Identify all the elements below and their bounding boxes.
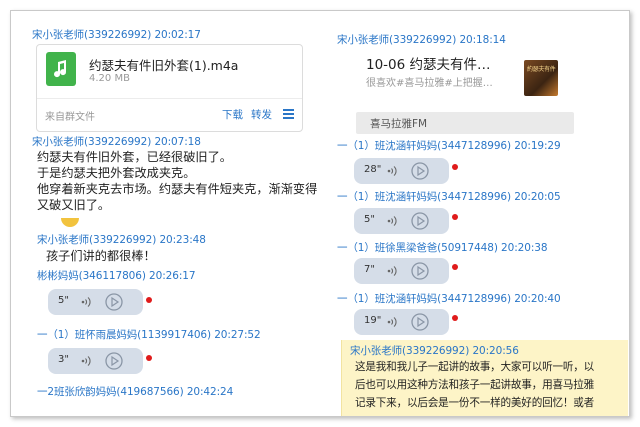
voice-duration: 7" xyxy=(364,264,375,275)
sound-wave-icon xyxy=(81,297,91,307)
file-source: 来自群文件 xyxy=(45,112,95,123)
music-title: 10-06 约瑟夫有件… xyxy=(366,57,491,73)
play-icon[interactable] xyxy=(410,261,430,281)
play-icon[interactable] xyxy=(410,211,430,231)
message-line: 记录下来，以后会是一份不一样的美好的回忆！或者 xyxy=(355,397,595,409)
message-text: 孩子们讲的都很棒！ xyxy=(46,249,156,263)
forward-link[interactable]: 转发 xyxy=(251,107,272,122)
sound-wave-icon xyxy=(81,356,91,366)
voice-duration: 5" xyxy=(58,295,69,306)
download-link[interactable]: 下载 xyxy=(222,107,243,122)
message-line: 约瑟夫有件旧外套，已经很破旧了。 xyxy=(37,150,232,164)
unread-dot xyxy=(146,297,152,303)
album-cover: 約瑟夫有件 xyxy=(524,60,558,96)
chat-screenshot-frame: 宋小张老师(339226992) 20:02:17 约瑟夫有件旧外套(1).m4… xyxy=(10,10,630,417)
sender-label[interactable]: 彬彬妈妈(346117806) 20:26:17 xyxy=(37,268,196,283)
voice-duration: 28" xyxy=(364,164,382,175)
sender-label[interactable]: 一（1）班沈涵轩妈妈(3447128996) 20:20:40 xyxy=(337,291,561,306)
unread-dot xyxy=(452,315,458,321)
sender-label[interactable]: 宋小张老师(339226992) 20:23:48 xyxy=(37,232,206,247)
sender-label[interactable]: 宋小张老师(339226992) 20:02:17 xyxy=(32,27,201,42)
voice-duration: 5" xyxy=(364,214,375,225)
message-line: 又破又旧了。 xyxy=(37,198,111,212)
highlighted-message: 宋小张老师(339226992) 20:20:56 这是我和我儿子一起讲的故事，… xyxy=(341,340,628,416)
voice-message[interactable]: 5" xyxy=(354,208,449,234)
music-source-bar: 喜马拉雅FM xyxy=(356,112,574,134)
music-subtitle: 很喜欢#喜马拉雅#上把握… xyxy=(366,78,493,89)
voice-message[interactable]: 19" xyxy=(354,309,449,335)
unread-dot xyxy=(452,214,458,220)
audio-file-icon xyxy=(46,52,76,86)
sender-label[interactable]: 宋小张老师(339226992) 20:20:56 xyxy=(350,343,519,358)
voice-message[interactable]: 28" xyxy=(354,158,449,184)
sender-label[interactable]: 一（1）班沈涵轩妈妈(3447128996) 20:19:29 xyxy=(337,138,561,153)
voice-message[interactable]: 5" xyxy=(48,289,143,315)
play-icon[interactable] xyxy=(104,292,124,312)
play-icon[interactable] xyxy=(104,351,124,371)
sender-label[interactable]: 一（1）班徐黑梁爸爸(50917448) 20:20:38 xyxy=(337,240,548,255)
message-line: 这是我和我儿子一起讲的故事，大家可以听一听，以 xyxy=(355,361,595,373)
file-card[interactable]: 约瑟夫有件旧外套(1).m4a 4.20 MB 来自群文件 下载 转发 xyxy=(36,44,303,132)
platform-label: 喜马拉雅FM xyxy=(370,118,428,130)
sound-wave-icon xyxy=(387,216,397,226)
play-icon[interactable] xyxy=(410,312,430,332)
emoji-icon xyxy=(61,218,79,227)
voice-message[interactable]: 7" xyxy=(354,258,449,284)
sender-label[interactable]: 宋小张老师(339226992) 20:07:18 xyxy=(32,134,201,149)
voice-message[interactable]: 3" xyxy=(48,348,143,374)
play-icon[interactable] xyxy=(410,161,430,181)
unread-dot xyxy=(452,164,458,170)
voice-duration: 19" xyxy=(364,315,382,326)
message-line: 他穿着新夹克去市场。约瑟夫有件短夹克，渐渐变得 xyxy=(37,182,318,196)
sound-wave-icon xyxy=(387,266,397,276)
voice-duration: 3" xyxy=(58,354,69,365)
sound-wave-icon xyxy=(387,166,397,176)
message-line: 于是约瑟夫把外套改成夹克。 xyxy=(37,166,196,180)
sender-label[interactable]: 一2班张欣韵妈妈(419687566) 20:42:24 xyxy=(37,384,233,399)
menu-icon[interactable] xyxy=(283,109,294,121)
unread-dot xyxy=(452,264,458,270)
sound-wave-icon xyxy=(387,317,397,327)
music-share-card[interactable]: 10-06 约瑟夫有件… 很喜欢#喜马拉雅#上把握… 約瑟夫有件 xyxy=(356,44,559,106)
message-line: 后也可以用这种方法和孩子一起讲故事，用喜马拉雅 xyxy=(355,379,595,391)
album-cover-text: 約瑟夫有件 xyxy=(527,66,556,73)
unread-dot xyxy=(146,355,152,361)
file-name: 约瑟夫有件旧外套(1).m4a xyxy=(89,58,239,73)
sender-label[interactable]: 一（1）班怀雨晨妈妈(1139917406) 20:27:52 xyxy=(37,327,261,342)
file-card-divider xyxy=(37,98,302,99)
file-size: 4.20 MB xyxy=(89,73,130,84)
sender-label[interactable]: 一（1）班沈涵轩妈妈(3447128996) 20:20:05 xyxy=(337,189,561,204)
